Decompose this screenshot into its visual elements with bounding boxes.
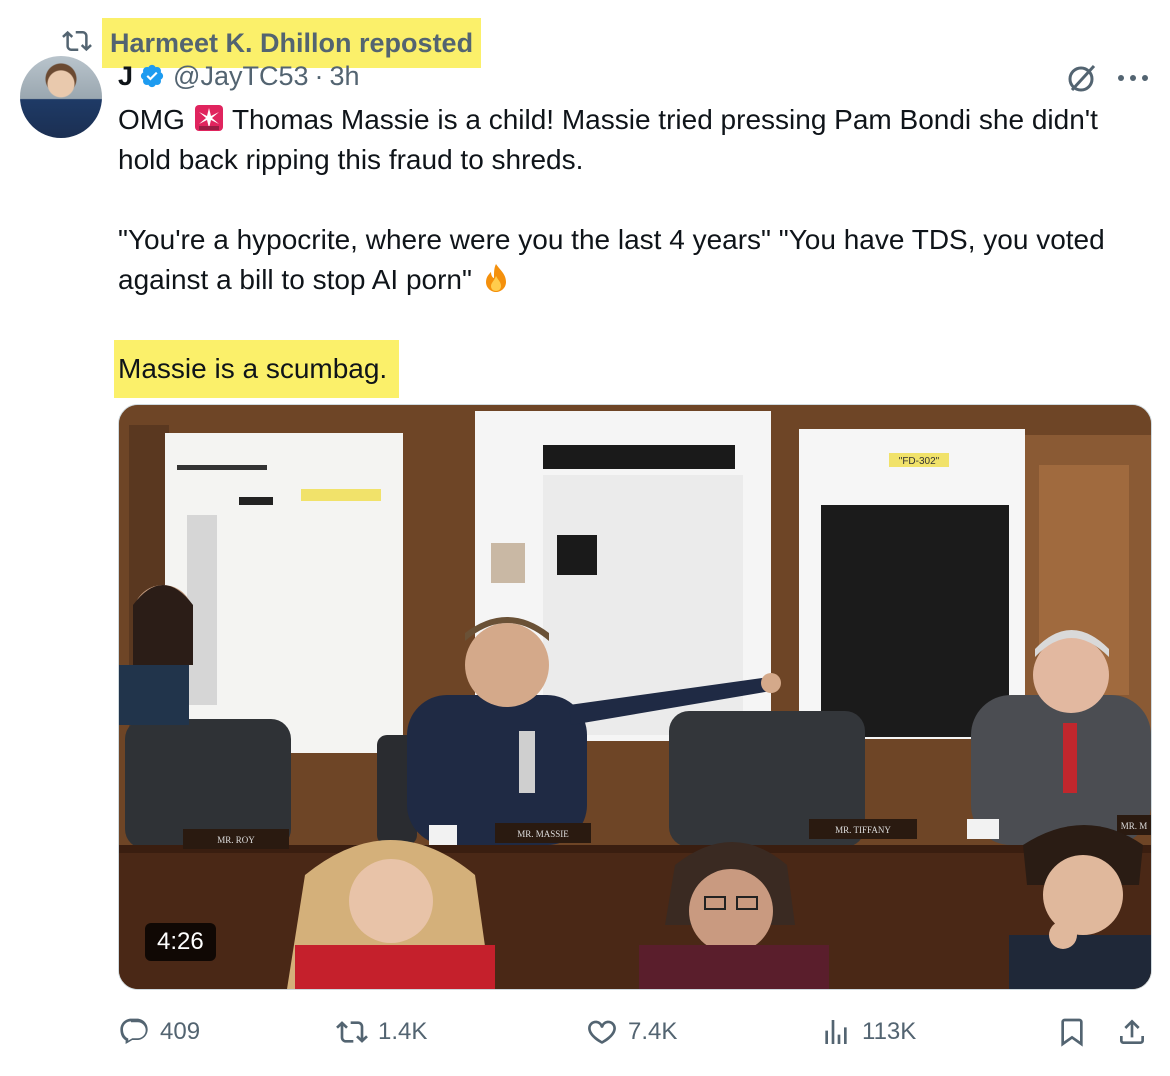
nameplate: MR. ROY (217, 835, 255, 845)
grok-icon[interactable] (1064, 60, 1100, 96)
reply-count: 409 (160, 1018, 201, 1045)
share-button[interactable] (1116, 1016, 1158, 1048)
video-player[interactable]: "FD-302" MR. ROY MR. MASSIE MR. TIFFANY (118, 404, 1152, 990)
tweet-text-span: "You're a hypocrite, where were you the … (118, 224, 1105, 295)
siren-emoji-icon (194, 105, 223, 131)
like-button[interactable]: 7.4K (586, 1016, 677, 1048)
timestamp[interactable]: 3h (329, 61, 359, 92)
tweet-text-span: OMG (118, 104, 185, 135)
video-thumbnail: "FD-302" MR. ROY MR. MASSIE MR. TIFFANY (119, 405, 1151, 989)
repost-icon (62, 30, 92, 52)
tweet-paragraph: OMG Thomas Massie is a child! Massie tri… (118, 100, 1148, 180)
repost-button[interactable]: 1.4K (336, 1016, 427, 1048)
reply-button[interactable]: 409 (118, 1016, 200, 1048)
bookmark-icon (1061, 1018, 1083, 1047)
heart-icon (588, 1020, 616, 1044)
views-chart-icon (825, 1020, 847, 1044)
bookmark-button[interactable] (1056, 1016, 1098, 1048)
repost-icon (336, 1021, 368, 1043)
tweet-text-span: Thomas Massie is a child! Massie tried p… (118, 104, 1098, 175)
video-duration: 4:26 (145, 923, 216, 961)
repost-count: 1.4K (378, 1018, 428, 1045)
tweet-text: OMG Thomas Massie is a child! Massie tri… (114, 100, 1148, 398)
tweet-paragraph: Massie is a scumbag. (114, 340, 1148, 398)
author-handle[interactable]: @JayTC53 (173, 61, 308, 92)
highlighted-text: Massie is a scumbag. (114, 340, 400, 398)
nameplate: MR. TIFFANY (835, 825, 891, 835)
fire-emoji-icon (485, 264, 506, 292)
views-count: 113K (862, 1018, 917, 1045)
more-options-icon[interactable] (1116, 70, 1150, 86)
views-button[interactable]: 113K (820, 1016, 916, 1048)
author-display-name[interactable]: J (118, 61, 133, 92)
share-icon (1120, 1019, 1144, 1044)
nameplate: MR. M (1121, 821, 1148, 831)
tweet-paragraph: "You're a hypocrite, where were you the … (118, 220, 1148, 300)
action-bar: 409 1.4K 7.4K 113K (118, 1008, 1158, 1060)
tweet-header: J @JayTC53 · 3h (118, 58, 360, 94)
avatar[interactable] (20, 56, 102, 138)
nameplate: MR. MASSIE (517, 829, 569, 839)
board-callout: "FD-302" (899, 456, 940, 467)
separator-dot: · (314, 60, 324, 91)
verified-badge-icon[interactable] (139, 63, 165, 89)
reply-icon (120, 1018, 148, 1045)
like-count: 7.4K (628, 1018, 678, 1045)
